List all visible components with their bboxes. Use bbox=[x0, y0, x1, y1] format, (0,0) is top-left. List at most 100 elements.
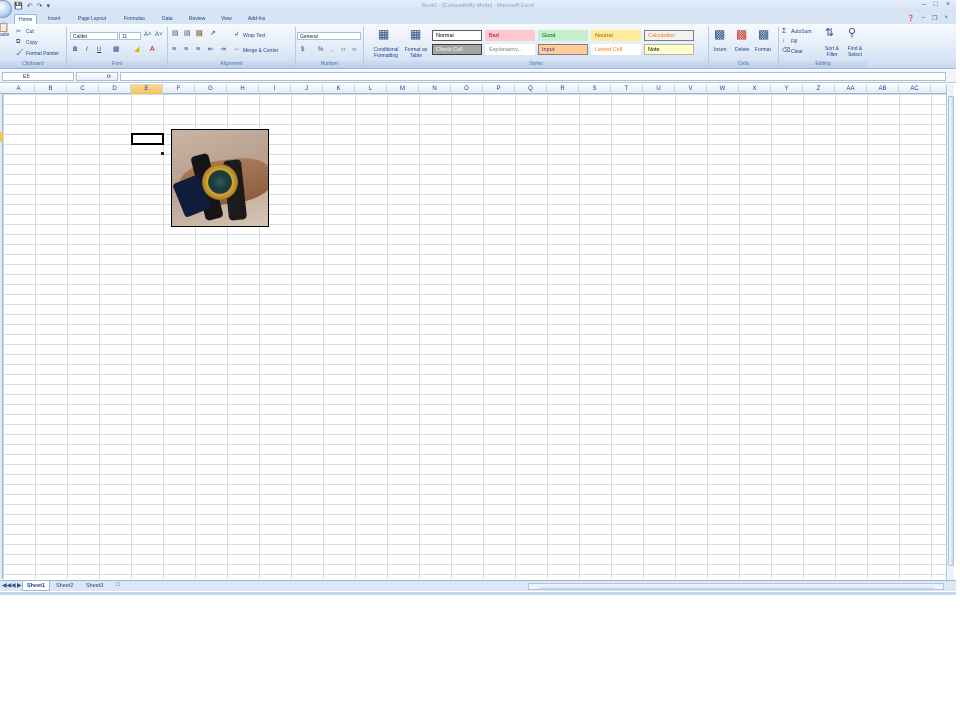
align-top-icon[interactable]: ▤ bbox=[172, 30, 179, 37]
style-normal[interactable]: Normal bbox=[432, 30, 482, 41]
style-linked-cell[interactable]: Linked Cell bbox=[591, 44, 641, 55]
maximize-button[interactable]: □ bbox=[934, 1, 938, 8]
ribbon-minimize-icon[interactable]: – bbox=[922, 15, 925, 22]
column-header-i[interactable]: I bbox=[259, 84, 291, 94]
wrap-text-button[interactable]: Wrap Text bbox=[243, 33, 265, 39]
style-input[interactable]: Input bbox=[538, 44, 588, 55]
style-calculation[interactable]: Calculation bbox=[644, 30, 694, 41]
font-size-combo[interactable]: 11 bbox=[119, 32, 141, 40]
style-bad[interactable]: Bad bbox=[485, 30, 535, 41]
borders-icon[interactable]: ▦ bbox=[113, 46, 120, 53]
orientation-icon[interactable]: ⇗ bbox=[210, 30, 216, 37]
column-header-f[interactable]: F bbox=[163, 84, 195, 94]
first-sheet-icon[interactable]: ◀◀ bbox=[2, 582, 11, 589]
fill-handle[interactable] bbox=[161, 152, 164, 155]
tab-review[interactable]: Review bbox=[185, 14, 209, 24]
format-painter-button[interactable]: Format Painter bbox=[26, 51, 59, 57]
bold-button[interactable]: B bbox=[73, 47, 77, 53]
column-header-w[interactable]: W bbox=[707, 84, 739, 94]
column-header-y[interactable]: Y bbox=[771, 84, 803, 94]
column-header-v[interactable]: V bbox=[675, 84, 707, 94]
next-sheet-icon[interactable]: ▶ bbox=[17, 582, 22, 589]
formula-input[interactable] bbox=[120, 72, 946, 81]
font-color-icon[interactable]: A bbox=[150, 46, 155, 53]
column-header-d[interactable]: D bbox=[99, 84, 131, 94]
worksheet-grid[interactable] bbox=[3, 94, 946, 579]
merge-center-button[interactable]: Merge & Center bbox=[243, 48, 278, 54]
help-icon[interactable]: ❓ bbox=[907, 15, 914, 22]
column-header-u[interactable]: U bbox=[643, 84, 675, 94]
increase-indent-icon[interactable]: ⇥ bbox=[220, 46, 226, 53]
active-cell[interactable] bbox=[131, 133, 164, 145]
sort-filter-button[interactable]: Sort & Filter bbox=[820, 46, 844, 58]
align-bottom-icon[interactable]: ▤ bbox=[196, 30, 203, 37]
horizontal-scrollbar[interactable] bbox=[528, 583, 944, 590]
column-header-l[interactable]: L bbox=[355, 84, 387, 94]
tab-page-layout[interactable]: Page Layout bbox=[74, 14, 110, 24]
align-right-icon[interactable]: ≡ bbox=[196, 46, 200, 53]
column-header-g[interactable]: G bbox=[195, 84, 227, 94]
column-header-t[interactable]: T bbox=[611, 84, 643, 94]
format-as-table-button[interactable]: Format as Table bbox=[402, 47, 430, 59]
currency-button[interactable]: $ bbox=[301, 47, 304, 53]
underline-button[interactable]: U bbox=[97, 47, 101, 53]
close-button[interactable]: × bbox=[946, 1, 950, 8]
name-box[interactable]: E5 bbox=[2, 72, 74, 81]
sheet-tab-1[interactable]: Sheet1 bbox=[22, 581, 51, 591]
italic-button[interactable]: I bbox=[86, 47, 88, 53]
column-header-e[interactable]: E bbox=[131, 84, 163, 94]
fill-button[interactable]: Fill bbox=[791, 39, 797, 45]
watch-picture[interactable] bbox=[171, 129, 269, 227]
horizontal-scroll-thumb[interactable] bbox=[539, 585, 935, 589]
vertical-scrollbar[interactable] bbox=[946, 84, 954, 580]
ribbon-restore-icon[interactable]: ❐ bbox=[932, 15, 937, 22]
shrink-font-icon[interactable]: A˅ bbox=[155, 32, 163, 38]
tab-data[interactable]: Data bbox=[158, 14, 177, 24]
tab-view[interactable]: View bbox=[217, 14, 236, 24]
insert-sheet-icon[interactable]: □ bbox=[116, 582, 120, 588]
align-left-icon[interactable]: ≡ bbox=[172, 46, 176, 53]
column-header-m[interactable]: M bbox=[387, 84, 419, 94]
minimize-button[interactable]: – bbox=[922, 1, 926, 8]
style-check-cell[interactable]: Check Cell bbox=[432, 44, 482, 55]
font-name-combo[interactable]: Calibri bbox=[70, 32, 118, 40]
tab-add-ins[interactable]: Add-Ins bbox=[244, 14, 269, 24]
style-note[interactable]: Note bbox=[644, 44, 694, 55]
sheet-tab-2[interactable]: Sheet2 bbox=[52, 581, 77, 591]
sheet-tab-3[interactable]: Sheet3 bbox=[82, 581, 107, 591]
column-header-x[interactable]: X bbox=[739, 84, 771, 94]
comma-button[interactable]: , bbox=[331, 47, 333, 53]
tab-insert[interactable]: Insert bbox=[44, 14, 65, 24]
column-header-r[interactable]: R bbox=[547, 84, 579, 94]
format-cells-button[interactable]: Format bbox=[755, 47, 771, 53]
fill-color-icon[interactable]: ◢ bbox=[134, 46, 139, 53]
style-explanatory[interactable]: Explanatory... bbox=[485, 44, 535, 55]
align-center-icon[interactable]: ≡ bbox=[184, 46, 188, 53]
column-header-s[interactable]: S bbox=[579, 84, 611, 94]
column-header-n[interactable]: N bbox=[419, 84, 451, 94]
prev-sheet-icon[interactable]: ◀ bbox=[11, 582, 16, 589]
tab-home[interactable]: Home bbox=[14, 14, 38, 24]
column-header-ab[interactable]: AB bbox=[867, 84, 899, 94]
column-header-k[interactable]: K bbox=[323, 84, 355, 94]
grow-font-icon[interactable]: A˄ bbox=[144, 32, 152, 38]
column-header-ac[interactable]: AC bbox=[899, 84, 931, 94]
autosum-button[interactable]: AutoSum bbox=[791, 29, 812, 35]
column-header-j[interactable]: J bbox=[291, 84, 323, 94]
column-header-c[interactable]: C bbox=[67, 84, 99, 94]
paste-button[interactable]: aste bbox=[0, 32, 9, 38]
percent-button[interactable]: % bbox=[318, 47, 323, 53]
cut-button[interactable]: Cut bbox=[26, 29, 34, 35]
column-header-o[interactable]: O bbox=[451, 84, 483, 94]
column-header-p[interactable]: P bbox=[483, 84, 515, 94]
style-good[interactable]: Good bbox=[538, 30, 588, 41]
column-header-h[interactable]: H bbox=[227, 84, 259, 94]
vertical-scroll-thumb[interactable] bbox=[948, 96, 954, 566]
insert-function-button[interactable]: fx bbox=[107, 74, 111, 80]
decrease-indent-icon[interactable]: ⇤ bbox=[208, 46, 214, 53]
column-header-z[interactable]: Z bbox=[803, 84, 835, 94]
column-header-a[interactable]: A bbox=[3, 84, 35, 94]
align-middle-icon[interactable]: ▤ bbox=[184, 30, 191, 37]
workbook-close-icon[interactable]: × bbox=[944, 15, 948, 22]
insert-cells-button[interactable]: Insert bbox=[714, 47, 727, 53]
